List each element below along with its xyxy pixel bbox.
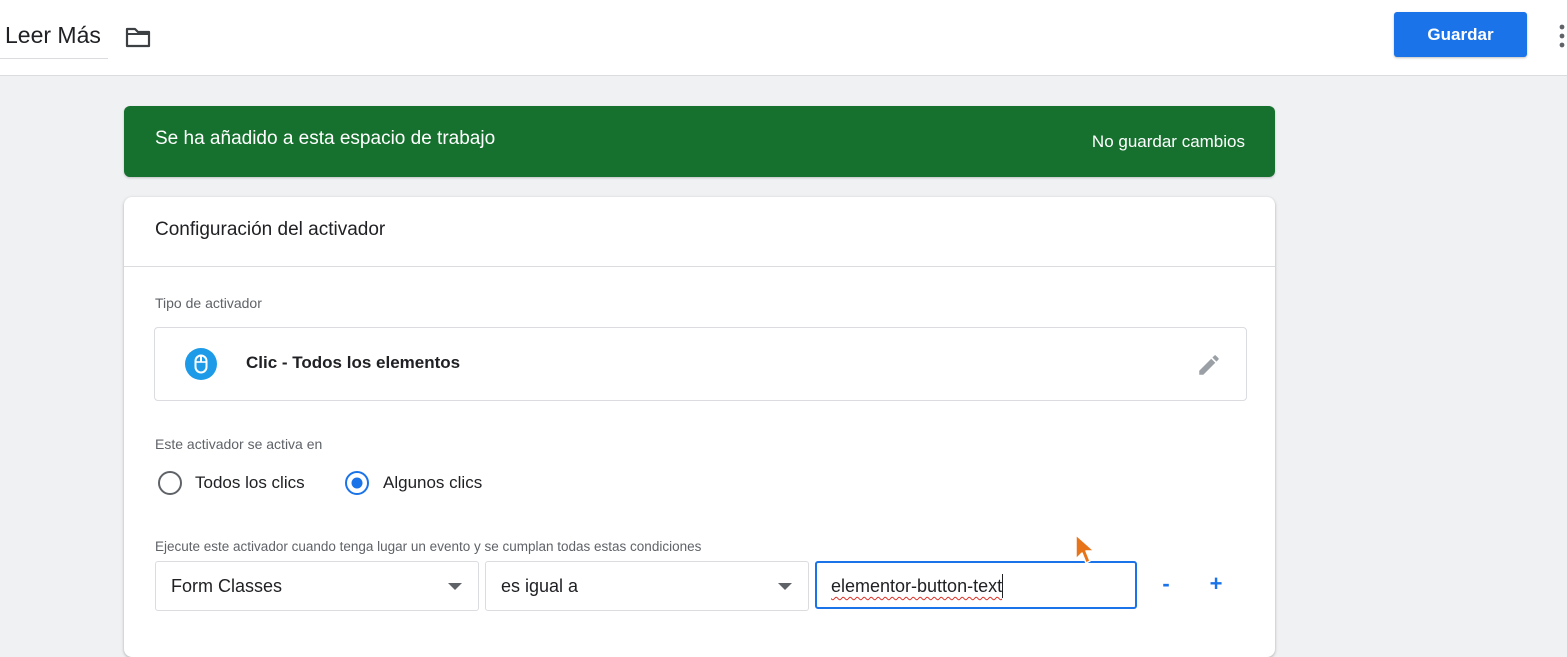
radio-all-clicks-label[interactable]: Todos los clics (195, 473, 305, 493)
save-button[interactable]: Guardar (1394, 12, 1527, 57)
discard-changes-link[interactable]: No guardar cambios (1092, 132, 1245, 152)
variable-select-value: Form Classes (171, 576, 283, 596)
add-condition-button[interactable]: + (1201, 569, 1231, 599)
mouse-icon (185, 348, 217, 380)
fires-on-label: Este activador se activa en (155, 436, 323, 452)
text-caret (1002, 574, 1003, 598)
card-title: Configuración del activador (155, 219, 386, 240)
chevron-down-icon (778, 583, 792, 590)
card-divider (124, 266, 1275, 267)
pencil-icon[interactable] (1196, 352, 1222, 378)
workspace-banner: Se ha añadido a esta espacio de trabajo … (124, 106, 1275, 177)
operator-select[interactable]: es igual a (485, 561, 809, 611)
banner-message: Se ha añadido a esta espacio de trabajo (155, 128, 496, 149)
mouse-pointer-icon (1075, 534, 1095, 564)
trigger-config-card: Configuración del activador Tipo de acti… (124, 197, 1275, 657)
operator-select-value: es igual a (501, 576, 579, 596)
variable-select[interactable]: Form Classes (155, 561, 479, 611)
top-bar: Leer Más Guardar (0, 0, 1567, 76)
title-field[interactable]: Leer Más (0, 20, 108, 59)
radio-all-clicks[interactable] (157, 470, 183, 496)
conditions-label: Ejecute este activador cuando tenga luga… (155, 539, 702, 554)
more-vert-icon[interactable] (1553, 22, 1567, 50)
trigger-type-name: Clic - Todos los elementos (246, 353, 461, 372)
page-title[interactable]: Leer Más (5, 22, 101, 49)
chevron-down-icon (448, 583, 462, 590)
folder-icon[interactable] (124, 24, 152, 50)
trigger-type-label: Tipo de activador (155, 295, 262, 311)
condition-value-text: elementor-button-text (831, 576, 1003, 596)
trigger-type-selector[interactable]: Clic - Todos los elementos (154, 327, 1247, 401)
remove-condition-button[interactable]: - (1151, 569, 1181, 599)
radio-some-clicks[interactable] (344, 470, 370, 496)
radio-some-clicks-label[interactable]: Algunos clics (383, 473, 482, 493)
